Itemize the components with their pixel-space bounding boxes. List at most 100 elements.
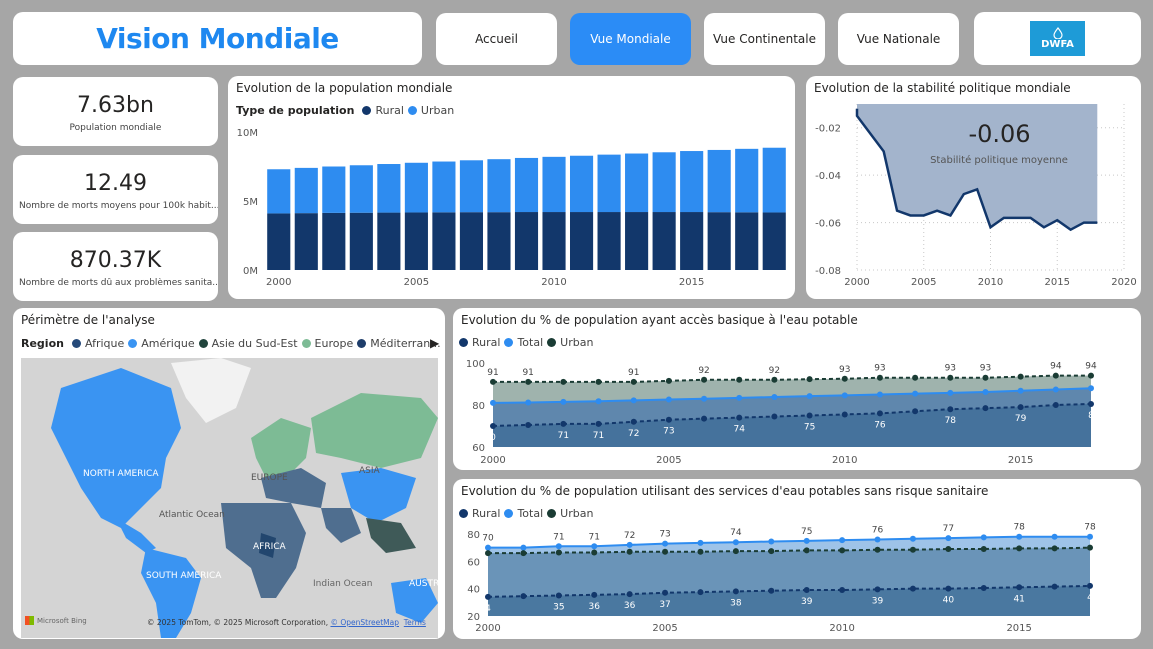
point-total bbox=[665, 396, 672, 403]
data-label: 71 bbox=[558, 431, 569, 441]
point-rural bbox=[980, 584, 987, 591]
bar-urban bbox=[267, 169, 291, 214]
bar-rural bbox=[762, 212, 786, 270]
point-total bbox=[874, 536, 881, 543]
map-label-south-america: SOUTH AMERICA bbox=[146, 571, 222, 581]
water-basic-chart-card: Evolution du % de population ayant accès… bbox=[453, 308, 1141, 470]
data-label: 76 bbox=[874, 420, 886, 430]
y-tick-label: 100 bbox=[466, 359, 485, 370]
point-total bbox=[1017, 387, 1024, 394]
data-label: 75 bbox=[804, 423, 815, 433]
point-total bbox=[806, 393, 813, 400]
point-total bbox=[945, 535, 952, 542]
logo-text: DWFA bbox=[1041, 39, 1074, 50]
map-title: Périmètre de l'analyse bbox=[21, 313, 155, 327]
point-rural bbox=[945, 585, 952, 592]
map-card: Périmètre de l'analyse Region Afrique Am… bbox=[13, 308, 445, 639]
bar-urban bbox=[487, 159, 511, 213]
bar-rural bbox=[322, 212, 346, 270]
bar-rural bbox=[459, 212, 484, 270]
data-label: 73 bbox=[659, 530, 670, 540]
bar-rural bbox=[404, 212, 428, 270]
point-rural bbox=[736, 414, 743, 421]
data-label: 71 bbox=[553, 532, 564, 542]
point-total bbox=[771, 394, 778, 401]
legend-afrique[interactable]: Afrique bbox=[85, 337, 124, 350]
data-label: 36 bbox=[589, 602, 601, 612]
point-total bbox=[876, 391, 883, 398]
data-label: 78 bbox=[945, 416, 957, 426]
terms-link[interactable]: Terms bbox=[404, 618, 426, 627]
point-rural bbox=[665, 416, 672, 423]
point-total bbox=[595, 398, 602, 405]
legend-amerique[interactable]: Amérique bbox=[141, 337, 194, 350]
water-basic-line-chart[interactable]: 60 80 100 0 71 71 72 73 74 75 76 78 79 8 91 91 91 92 92 93 9… bbox=[453, 308, 1141, 470]
data-label: 91 bbox=[487, 368, 498, 378]
point-urban bbox=[736, 376, 743, 383]
data-label: 37 bbox=[659, 600, 670, 610]
population-bar-chart[interactable]: 0M 5M 10M 2000 2005 2010 2015 bbox=[228, 76, 795, 299]
data-label: 4 bbox=[485, 604, 491, 614]
point-urban bbox=[876, 374, 883, 381]
bar-rural bbox=[707, 212, 731, 270]
point-rural bbox=[630, 418, 637, 425]
y-tick-label: -0.04 bbox=[815, 171, 841, 182]
legend-europe[interactable]: Europe bbox=[315, 337, 354, 350]
data-label: 93 bbox=[874, 364, 885, 374]
point-total bbox=[555, 543, 562, 550]
kpi-sanitary-deaths-card: 870.37K Nombre de morts dû aux problèmes… bbox=[13, 232, 218, 301]
y-tick-label: 80 bbox=[472, 401, 485, 412]
data-label: 70 bbox=[482, 534, 494, 544]
bar-urban bbox=[569, 155, 594, 213]
legend-asie-sud-est[interactable]: Asie du Sud-Est bbox=[212, 337, 298, 350]
kpi-label: Population mondiale bbox=[69, 123, 162, 133]
stability-area-chart[interactable]: -0.02 -0.04 -0.06 -0.082000 2005 2010 2015 2020 bbox=[806, 76, 1141, 299]
nav-vue-continentale-button[interactable]: Vue Continentale bbox=[704, 13, 825, 65]
point-rural bbox=[1051, 583, 1058, 590]
point-urban bbox=[485, 550, 491, 557]
point-urban bbox=[803, 547, 810, 554]
bar-urban bbox=[294, 167, 318, 214]
kpi-population-card: 7.63bn Population mondiale bbox=[13, 77, 218, 146]
point-rural bbox=[839, 587, 846, 594]
map-label-north-america: NORTH AMERICA bbox=[83, 469, 159, 479]
point-urban bbox=[1017, 373, 1024, 380]
world-map[interactable]: NORTH AMERICA EUROPE ASIA Atlantic Ocean… bbox=[21, 358, 438, 638]
point-urban bbox=[909, 546, 916, 553]
point-urban bbox=[732, 548, 739, 555]
point-urban bbox=[701, 376, 708, 383]
point-urban bbox=[912, 374, 919, 381]
data-label: 94 bbox=[1085, 362, 1097, 372]
nav-vue-nationale-button[interactable]: Vue Nationale bbox=[838, 13, 959, 65]
point-urban bbox=[841, 375, 848, 382]
point-rural bbox=[485, 593, 491, 600]
page-title-card: Vision Mondiale bbox=[13, 12, 422, 65]
point-urban bbox=[662, 548, 669, 555]
point-urban bbox=[771, 376, 778, 383]
point-rural bbox=[982, 405, 989, 412]
bar-rural bbox=[294, 213, 318, 270]
nav-accueil-button[interactable]: Accueil bbox=[436, 13, 557, 65]
point-urban bbox=[980, 546, 987, 553]
nav-vue-mondiale-button[interactable]: Vue Mondiale bbox=[570, 13, 691, 65]
water-safe-chart-card: Evolution du % de population utilisant d… bbox=[453, 479, 1141, 639]
osm-link[interactable]: © OpenStreetMap bbox=[330, 618, 399, 627]
data-label: 73 bbox=[663, 427, 674, 437]
bar-urban bbox=[652, 152, 676, 213]
point-rural bbox=[806, 412, 813, 419]
x-tick-label: 2015 bbox=[1008, 455, 1033, 466]
data-label: 92 bbox=[698, 366, 709, 376]
data-label: 40 bbox=[943, 596, 955, 606]
data-label: 71 bbox=[589, 532, 600, 542]
water-safe-line-chart[interactable]: 20 40 60 80 4 35 36 36 37 38 39 39 40 41 4 70 71 71 72 73 74… bbox=[453, 479, 1141, 639]
legend-next-arrow[interactable]: ▶ bbox=[430, 336, 439, 350]
point-rural bbox=[701, 415, 708, 422]
point-total bbox=[803, 537, 810, 544]
point-urban bbox=[945, 546, 952, 553]
point-urban bbox=[697, 548, 704, 555]
bar-urban bbox=[377, 164, 401, 213]
point-urban bbox=[1016, 545, 1023, 552]
point-urban bbox=[1088, 372, 1094, 379]
bar-urban bbox=[349, 165, 373, 213]
point-rural bbox=[876, 410, 883, 417]
